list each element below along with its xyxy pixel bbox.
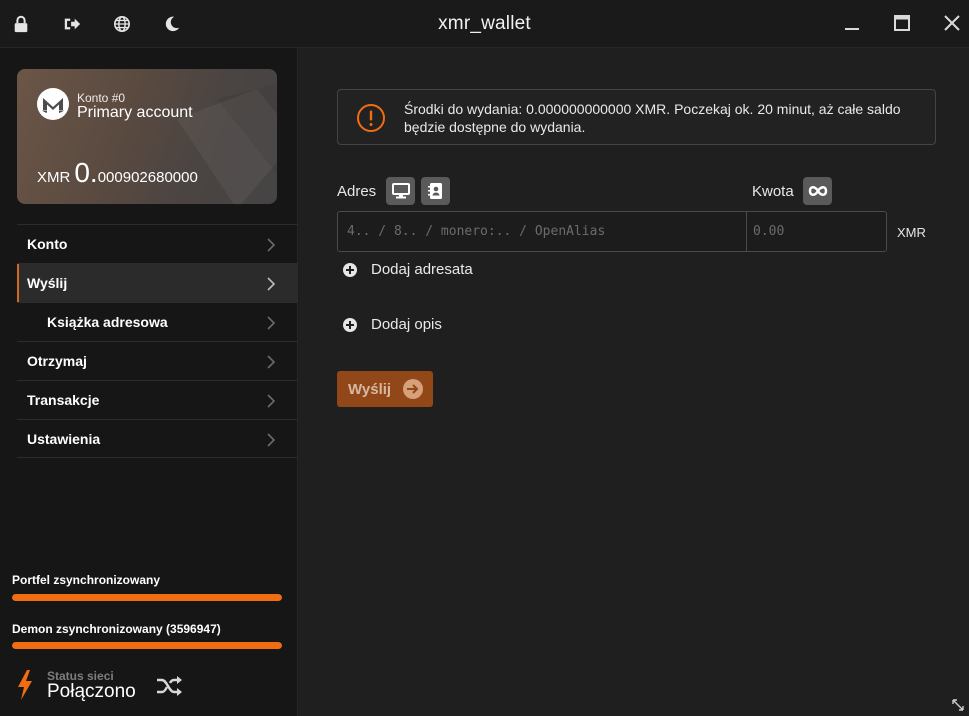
sidebar: Konto #0 Primary account XMR 0.0009026800… bbox=[0, 48, 298, 716]
sidebar-item-wyslij[interactable]: Wyślij bbox=[17, 263, 298, 302]
close-icon[interactable] bbox=[941, 12, 963, 34]
chevron-right-icon bbox=[266, 394, 276, 408]
infinity-icon[interactable] bbox=[803, 177, 832, 205]
monero-logo-icon bbox=[37, 88, 69, 120]
amount-input[interactable] bbox=[747, 212, 886, 251]
sidebar-item-label: Konto bbox=[27, 236, 68, 252]
send-button-label: Wyślij bbox=[348, 380, 392, 398]
account-number: Konto #0 bbox=[77, 91, 126, 105]
shuffle-icon[interactable] bbox=[156, 675, 182, 697]
sidebar-menu: Konto Wyślij Książka adresowa Otrzymaj T… bbox=[17, 224, 298, 458]
resize-grip-icon[interactable] bbox=[952, 699, 964, 711]
sidebar-item-ksiazka-adresowa[interactable]: Książka adresowa bbox=[17, 302, 298, 341]
chevron-right-icon bbox=[266, 316, 276, 330]
sign-out-icon[interactable] bbox=[62, 14, 82, 34]
daemon-sync-label: Demon zsynchronizowany (3596947) bbox=[12, 622, 221, 636]
sidebar-item-label: Ustawienia bbox=[27, 430, 101, 447]
sidebar-item-otrzymaj[interactable]: Otrzymaj bbox=[17, 341, 298, 380]
account-name: Primary account bbox=[77, 104, 193, 121]
maximize-icon[interactable] bbox=[891, 12, 913, 34]
network-status-value: Połączono bbox=[47, 681, 136, 702]
account-balance: XMR 0.000902680000 bbox=[37, 157, 198, 189]
arrow-right-icon bbox=[403, 379, 424, 399]
warning-icon bbox=[357, 104, 385, 132]
moon-icon[interactable] bbox=[162, 14, 182, 34]
plus-icon bbox=[343, 262, 357, 277]
add-recipient-label: Dodaj adresata bbox=[371, 261, 473, 278]
add-recipient-button[interactable]: Dodaj adresata bbox=[343, 261, 473, 278]
chevron-right-icon bbox=[266, 238, 276, 252]
title-bar: xmr_wallet bbox=[0, 0, 969, 48]
send-button[interactable]: Wyślij bbox=[337, 371, 433, 407]
daemon-sync-progress bbox=[12, 642, 282, 649]
daemon-sync-progress-fill bbox=[12, 642, 282, 649]
wallet-sync-progress bbox=[12, 594, 282, 601]
balance-currency: XMR bbox=[37, 169, 71, 186]
wallet-sync-progress-fill bbox=[12, 594, 282, 601]
plus-icon bbox=[343, 317, 357, 332]
sidebar-item-label: Transakcje bbox=[27, 392, 100, 408]
lightning-bolt-icon bbox=[18, 670, 32, 700]
sidebar-item-label: Książka adresowa bbox=[47, 314, 168, 330]
amount-currency: XMR bbox=[897, 225, 926, 240]
chevron-right-icon bbox=[266, 355, 276, 369]
globe-icon[interactable] bbox=[112, 14, 132, 34]
sidebar-item-transakcje[interactable]: Transakcje bbox=[17, 380, 298, 419]
send-inputs bbox=[337, 211, 887, 252]
address-label: Adres bbox=[337, 183, 377, 200]
add-description-button[interactable]: Dodaj opis bbox=[343, 316, 442, 333]
main-content: Środki do wydania: 0.000000000000 XMR. P… bbox=[299, 48, 969, 716]
chevron-right-icon bbox=[266, 277, 276, 291]
balance-integer: 0. bbox=[74, 157, 98, 188]
app-title: xmr_wallet bbox=[438, 13, 531, 34]
lock-icon[interactable] bbox=[11, 14, 31, 34]
sidebar-item-label: Otrzymaj bbox=[27, 353, 87, 369]
account-card[interactable]: Konto #0 Primary account XMR 0.0009026800… bbox=[17, 69, 277, 204]
monitor-icon[interactable] bbox=[386, 177, 415, 205]
address-book-icon[interactable] bbox=[421, 177, 450, 205]
alert-text: Środki do wydania: 0.000000000000 XMR. P… bbox=[404, 101, 901, 135]
wallet-sync-label: Portfel zsynchronizowany bbox=[12, 573, 161, 587]
add-description-label: Dodaj opis bbox=[371, 316, 442, 333]
chevron-right-icon bbox=[266, 433, 276, 447]
sidebar-item-label: Wyślij bbox=[27, 275, 68, 291]
unlocked-balance-alert: Środki do wydania: 0.000000000000 XMR. P… bbox=[337, 89, 936, 145]
amount-label: Kwota bbox=[752, 183, 794, 200]
sidebar-item-konto[interactable]: Konto bbox=[17, 224, 298, 263]
sidebar-item-ustawienia[interactable]: Ustawienia bbox=[17, 419, 298, 458]
address-input[interactable] bbox=[338, 212, 747, 251]
minimize-icon[interactable] bbox=[841, 12, 863, 34]
balance-decimal: 000902680000 bbox=[97, 169, 198, 186]
